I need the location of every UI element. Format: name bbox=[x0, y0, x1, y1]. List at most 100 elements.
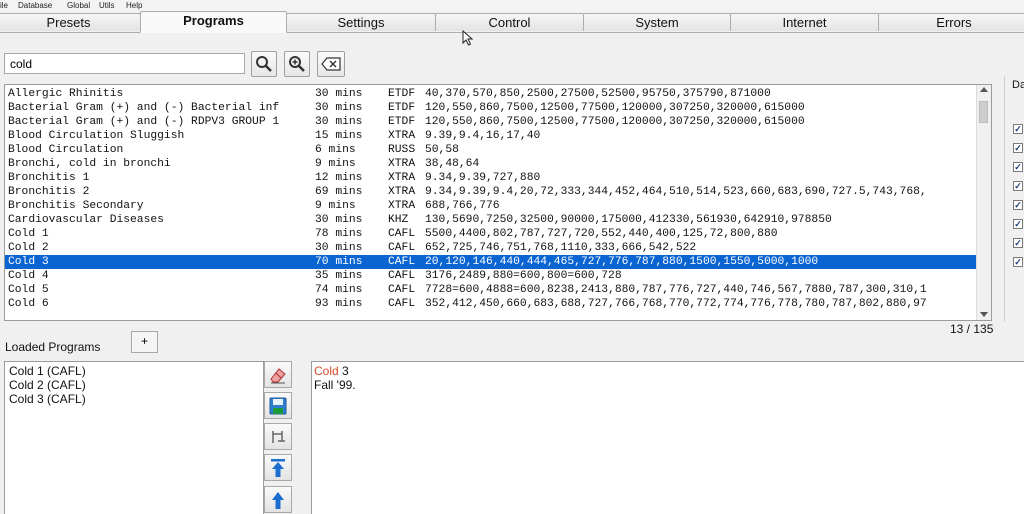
list-item[interactable]: Cold 3 (CAFL) bbox=[9, 392, 86, 406]
table-row[interactable]: Bronchitis Secondary 9 mins XTRA 688,766,77… bbox=[5, 199, 977, 213]
program-list[interactable]: Allergic Rhinitis 30 mins ETDF 40,370,570,8… bbox=[4, 84, 992, 321]
tab-settings[interactable]: Settings bbox=[286, 13, 436, 31]
result-count: 13 / 135 bbox=[950, 322, 994, 336]
option-checkbox[interactable]: ✓ bbox=[1013, 181, 1023, 191]
program-description: Cold 3 Fall '99. bbox=[311, 361, 1024, 514]
program-name: Cold 4 bbox=[8, 270, 49, 282]
loaded-programs-list[interactable]: Cold 1 (CAFL) Cold 2 (CAFL) Cold 3 (CAFL… bbox=[4, 361, 264, 514]
scroll-down-icon[interactable] bbox=[980, 312, 988, 317]
right-panel-label: Da bbox=[1012, 79, 1024, 91]
table-row[interactable]: Cold 1 78 mins CAFL 5500,4400,802,787,727,7… bbox=[5, 227, 977, 241]
table-row[interactable]: Cold 2 30 mins CAFL 652,725,746,751,768,111… bbox=[5, 241, 977, 255]
remove-program-button[interactable] bbox=[264, 361, 292, 388]
table-row[interactable]: Blood Circulation 6 mins RUSS 50,58 bbox=[5, 143, 977, 157]
menu-utils[interactable]: Utils bbox=[99, 1, 115, 10]
tab-system[interactable]: System bbox=[583, 13, 731, 31]
tab-errors[interactable]: Errors bbox=[878, 13, 1024, 31]
table-row[interactable]: Cold 6 93 mins CAFL 352,412,450,660,683,688… bbox=[5, 297, 977, 311]
program-duration: 78 mins bbox=[315, 228, 363, 240]
program-frequencies: 3176,2489,880=600,800=600,728 bbox=[425, 270, 622, 282]
program-frequencies: 9.34,9.39,727,880 bbox=[425, 172, 541, 184]
program-name: Blood Circulation bbox=[8, 144, 124, 156]
program-duration: 9 mins bbox=[315, 158, 356, 170]
program-type: CAFL bbox=[388, 256, 416, 268]
zoom-in-icon bbox=[289, 56, 305, 72]
program-frequencies: 7728=600,4888=600,8238,2413,880,787,776,… bbox=[425, 284, 927, 296]
program-frequencies: 40,370,570,850,2500,27500,52500,95750,37… bbox=[425, 88, 771, 100]
menu-database[interactable]: Database bbox=[18, 1, 52, 10]
mouse-cursor-icon bbox=[462, 30, 474, 46]
program-name: Cold 5 bbox=[8, 284, 49, 296]
program-duration: 35 mins bbox=[315, 270, 363, 282]
program-frequencies: 20,120,146,440,444,465,727,776,787,880,1… bbox=[425, 256, 819, 268]
program-name: Bronchi, cold in bronchi bbox=[8, 158, 171, 170]
description-title: Cold 3 bbox=[314, 364, 349, 378]
program-name: Cold 1 bbox=[8, 228, 49, 240]
option-checkbox[interactable]: ✓ bbox=[1013, 257, 1023, 267]
edit-program-button[interactable] bbox=[264, 423, 292, 450]
program-type: XTRA bbox=[388, 130, 416, 142]
program-type: CAFL bbox=[388, 228, 416, 240]
table-row[interactable]: Bronchi, cold in bronchi 9 mins XTRA 38,48,… bbox=[5, 157, 977, 171]
program-frequencies: 688,766,776 bbox=[425, 200, 500, 212]
table-row[interactable]: Cold 5 74 mins CAFL 7728=600,4888=600,8238,… bbox=[5, 283, 977, 297]
tab-internet[interactable]: Internet bbox=[730, 13, 879, 31]
program-frequencies: 120,550,860,7500,12500,77500,120000,3072… bbox=[425, 102, 805, 114]
table-row[interactable]: Bacterial Gram (+) and (-) RDPV3 GROUP 1… bbox=[5, 115, 977, 129]
program-list-scrollbar[interactable] bbox=[976, 85, 991, 320]
tab-control[interactable]: Control bbox=[435, 13, 584, 31]
table-row[interactable]: Bronchitis 1 12 mins XTRA 9.34,9.39,727,880 bbox=[5, 171, 977, 185]
zoom-search-button[interactable] bbox=[284, 51, 310, 77]
save-programs-button[interactable] bbox=[264, 392, 292, 419]
option-checkbox[interactable]: ✓ bbox=[1013, 162, 1023, 172]
search-input[interactable] bbox=[4, 53, 245, 74]
clear-search-button[interactable] bbox=[317, 51, 345, 77]
option-checkbox[interactable]: ✓ bbox=[1013, 143, 1023, 153]
tab-presets[interactable]: Presets bbox=[0, 13, 141, 31]
program-name: Cold 3 bbox=[8, 256, 49, 268]
option-checkbox[interactable]: ✓ bbox=[1013, 219, 1023, 229]
program-name: Bronchitis 2 bbox=[8, 186, 90, 198]
program-name: Cold 6 bbox=[8, 298, 49, 310]
program-duration: 9 mins bbox=[315, 200, 356, 212]
menu-help[interactable]: Help bbox=[126, 1, 142, 10]
table-row[interactable]: Blood Circulation Sluggish 15 mins XTRA 9.3… bbox=[5, 129, 977, 143]
program-name: Cold 2 bbox=[8, 242, 49, 254]
scroll-thumb[interactable] bbox=[979, 101, 988, 123]
program-name: Bronchitis 1 bbox=[8, 172, 90, 184]
description-source: Fall '99. bbox=[314, 378, 356, 392]
list-item[interactable]: Cold 2 (CAFL) bbox=[9, 378, 86, 392]
program-name: Cardiovascular Diseases bbox=[8, 214, 164, 226]
program-duration: 30 mins bbox=[315, 88, 363, 100]
table-row[interactable]: Cold 3 70 mins CAFL 20,120,146,440,444,465,… bbox=[5, 255, 977, 269]
table-row[interactable]: Cold 4 35 mins CAFL 3176,2489,880=600,800=6… bbox=[5, 269, 977, 283]
search-button[interactable] bbox=[251, 51, 277, 77]
program-name: Allergic Rhinitis bbox=[8, 88, 124, 100]
program-type: ETDF bbox=[388, 88, 416, 100]
option-checkbox[interactable]: ✓ bbox=[1013, 238, 1023, 248]
option-checkbox[interactable]: ✓ bbox=[1013, 124, 1023, 134]
table-row[interactable]: Cardiovascular Diseases 30 mins KHZ 130,569… bbox=[5, 213, 977, 227]
program-duration: 69 mins bbox=[315, 186, 363, 198]
tool-icon bbox=[272, 430, 285, 443]
menu-file[interactable]: ile bbox=[0, 1, 8, 10]
program-duration: 30 mins bbox=[315, 214, 363, 226]
scroll-up-icon[interactable] bbox=[980, 87, 988, 92]
table-row[interactable]: Bacterial Gram (+) and (-) Bacterial inf… bbox=[5, 101, 977, 115]
option-checkbox[interactable]: ✓ bbox=[1013, 200, 1023, 210]
move-up-button[interactable] bbox=[264, 486, 292, 513]
add-program-button[interactable]: + bbox=[131, 331, 158, 353]
program-frequencies: 50,58 bbox=[425, 144, 459, 156]
move-top-button[interactable] bbox=[264, 454, 292, 481]
program-type: XTRA bbox=[388, 200, 416, 212]
program-type: CAFL bbox=[388, 242, 416, 254]
menu-global[interactable]: Global bbox=[67, 1, 90, 10]
tab-programs[interactable]: Programs bbox=[140, 11, 287, 33]
program-type: XTRA bbox=[388, 158, 416, 170]
program-frequencies: 120,550,860,7500,12500,77500,120000,3072… bbox=[425, 116, 805, 128]
table-row[interactable]: Bronchitis 2 69 mins XTRA 9.34,9.39,9.4,20,… bbox=[5, 185, 977, 199]
right-options-panel bbox=[1004, 76, 1024, 322]
table-row[interactable]: Allergic Rhinitis 30 mins ETDF 40,370,570,8… bbox=[5, 87, 977, 101]
list-item[interactable]: Cold 1 (CAFL) bbox=[9, 364, 86, 378]
arrow-up-icon bbox=[272, 491, 284, 509]
